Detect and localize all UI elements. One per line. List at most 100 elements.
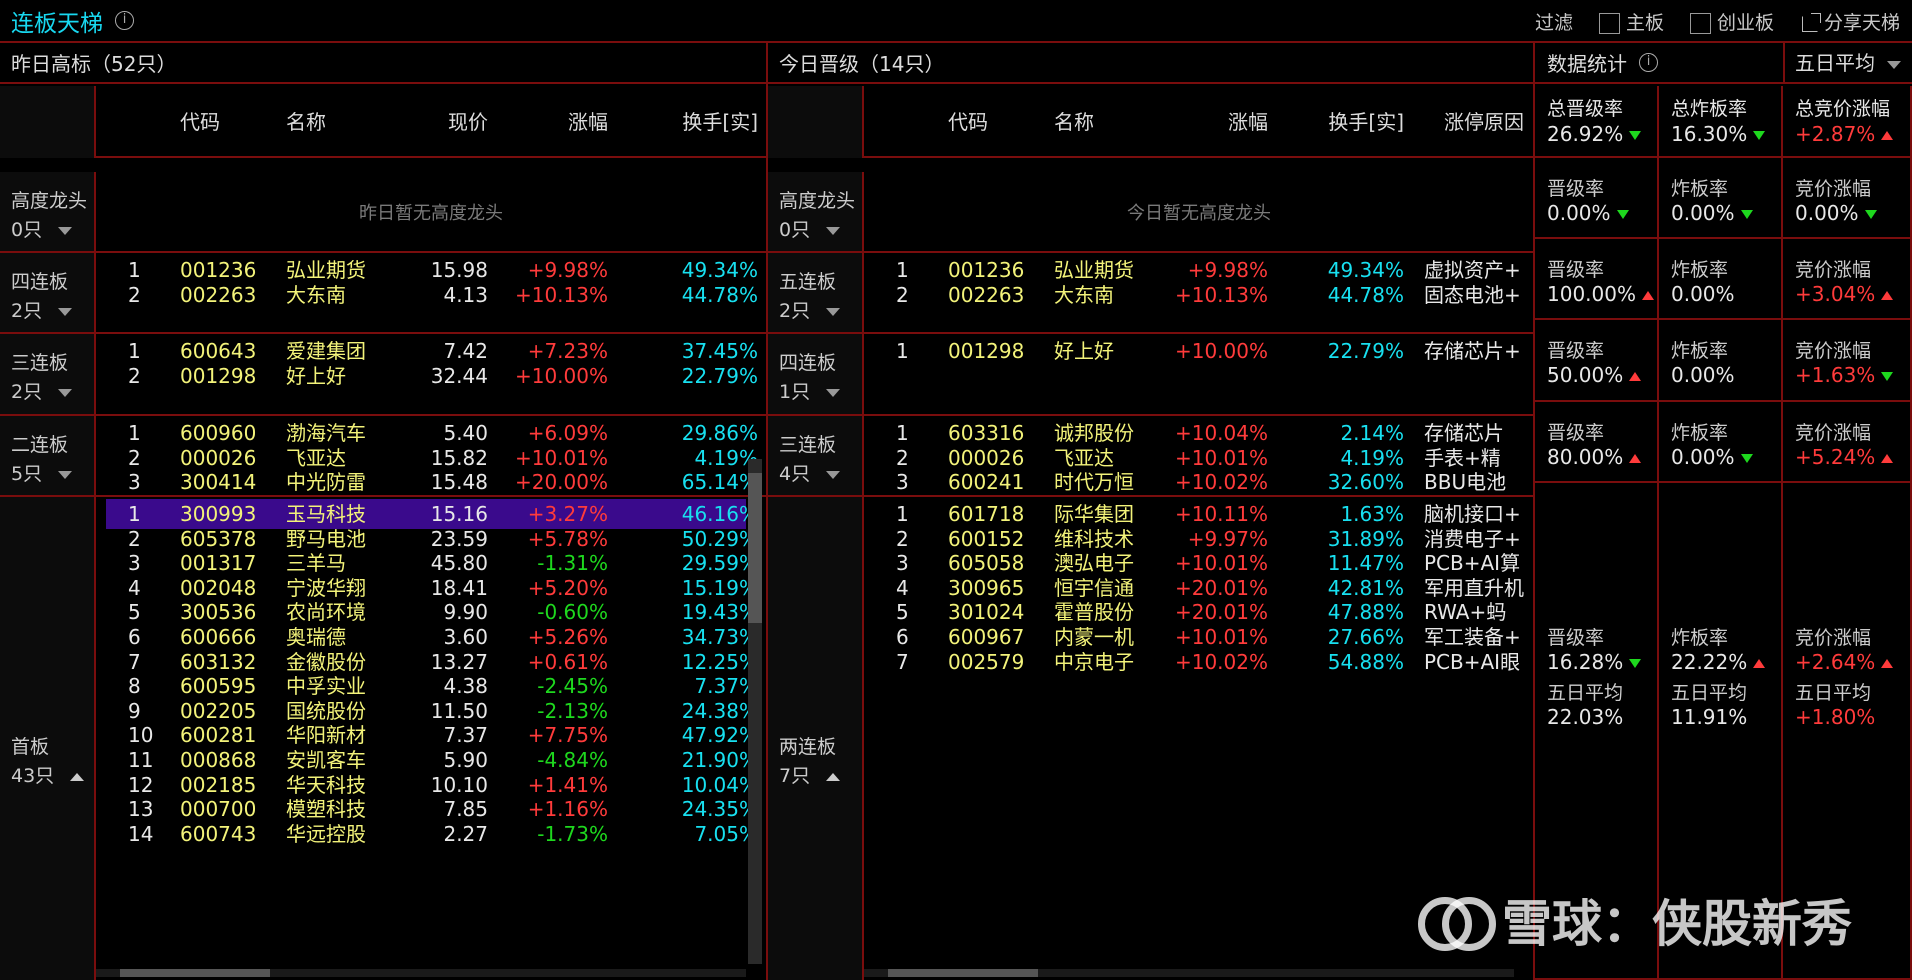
- stat-label: 竞价涨幅: [1795, 178, 1872, 200]
- stock-name: 中光防雷: [286, 470, 366, 495]
- tier-label[interactable]: 四连板 2只: [0, 253, 96, 332]
- xueqiu-logo-icon: [1418, 885, 1496, 955]
- stat-label: 晋级率: [1547, 259, 1605, 281]
- price: 2.27: [443, 821, 488, 846]
- row-index: 2: [128, 282, 141, 307]
- tier-label[interactable]: 首板 43只: [0, 497, 96, 980]
- tier-label[interactable]: 五连板 2只: [768, 253, 864, 332]
- row-index: 1: [896, 339, 909, 363]
- tier-label[interactable]: 高度龙头 0只: [768, 172, 864, 251]
- tier-group: 高度龙头 0只 昨日暂无高度龙头: [0, 172, 766, 253]
- column-header[interactable]: 涨停原因: [1444, 86, 1524, 158]
- column-header[interactable]: 换手[实]: [1288, 86, 1404, 158]
- tier-count-row[interactable]: 0只: [11, 215, 73, 242]
- filter-main-option[interactable]: 主板: [1583, 8, 1664, 35]
- avg-value: 11.91%: [1671, 705, 1748, 729]
- header-spacer: [768, 86, 864, 158]
- table-row[interactable]: 2 002263 大东南 4.13 +10.13% 44.78%: [96, 280, 758, 310]
- column-header[interactable]: 涨幅: [1168, 86, 1268, 158]
- price: 4.13: [443, 282, 488, 307]
- table-row[interactable]: 3 600241 时代万恒 +10.02% 32.60% BBU电池: [864, 467, 1524, 497]
- chevron-down-icon: [1887, 60, 1901, 69]
- chevron-down-icon[interactable]: [58, 470, 73, 479]
- tier-count-row[interactable]: 7只: [779, 761, 841, 788]
- stat-value: +3.04%: [1795, 282, 1876, 306]
- chevron-down-icon[interactable]: [58, 388, 73, 397]
- chevron-up-icon[interactable]: [826, 772, 841, 781]
- tier-label[interactable]: 二连板 5只: [0, 416, 96, 495]
- filter-chinext-option[interactable]: 创业板: [1674, 8, 1774, 35]
- stat-label: 竞价涨幅: [1795, 627, 1872, 649]
- table-row[interactable]: 7 002579 中京电子 +10.02% 54.88% PCB+AI眼: [864, 647, 1524, 677]
- scroll-thumb[interactable]: [120, 969, 270, 977]
- tier-label[interactable]: 三连板 4只: [768, 416, 864, 495]
- stat-value: 0.00%: [1671, 445, 1735, 469]
- checkbox-icon[interactable]: [1689, 13, 1711, 34]
- share-button[interactable]: 分享天梯: [1784, 8, 1900, 35]
- stock-name: 好上好: [286, 363, 346, 388]
- chevron-down-icon[interactable]: [58, 226, 73, 235]
- change-pct: +10.13%: [1174, 282, 1268, 307]
- stock-name: 大东南: [1054, 282, 1114, 307]
- avg-select[interactable]: 五日平均: [1783, 43, 1901, 84]
- row-index: 2: [896, 282, 909, 307]
- column-header[interactable]: 代码: [948, 86, 988, 158]
- stock-code: 002579: [948, 649, 1025, 674]
- tier-count-row[interactable]: 4只: [779, 459, 841, 486]
- today-title: 今日晋级（14只）: [768, 43, 1534, 84]
- info-icon[interactable]: i: [115, 11, 134, 30]
- tier-label[interactable]: 两连板 7只: [768, 497, 864, 980]
- tier-count-row[interactable]: 1只: [779, 377, 841, 404]
- turnover: 22.79%: [681, 363, 758, 388]
- stat-value: 0.00%: [1671, 282, 1735, 306]
- table-row[interactable]: 2 002263 大东南 +10.13% 44.78% 固态电池+: [864, 280, 1524, 310]
- tier-stat: 竞价涨幅 +5.24%: [1783, 402, 1912, 483]
- tier-count-row[interactable]: 2只: [779, 296, 841, 323]
- chevron-down-icon[interactable]: [826, 388, 841, 397]
- tier-name: 高度龙头: [779, 190, 856, 212]
- chevron-up-icon[interactable]: [70, 772, 85, 781]
- column-header[interactable]: 代码: [180, 86, 220, 158]
- checkbox-icon[interactable]: [1598, 13, 1620, 34]
- scroll-thumb[interactable]: [888, 969, 1038, 977]
- stock-name: 时代万恒: [1054, 470, 1134, 495]
- column-header[interactable]: 涨幅: [508, 86, 608, 158]
- tier-count-row[interactable]: 5只: [11, 459, 73, 486]
- tier-group: 五连板 2只 1 001236 弘业期货 +9.98% 49.34% 虚拟资产+ 2 002263…: [768, 253, 1534, 334]
- stat-label: 炸板率: [1671, 422, 1729, 444]
- tier-count-row[interactable]: 43只: [11, 761, 85, 788]
- table-row[interactable]: 2 001298 好上好 32.44 +10.00% 22.79%: [96, 361, 758, 391]
- column-header[interactable]: 换手[实]: [640, 86, 758, 158]
- column-header[interactable]: 现价: [400, 86, 488, 158]
- stock-code: 002263: [948, 282, 1025, 307]
- chevron-down-icon[interactable]: [826, 470, 841, 479]
- tier-count-row[interactable]: 0只: [779, 215, 841, 242]
- price: 15.48: [430, 470, 488, 495]
- tier-label[interactable]: 四连板 1只: [768, 334, 864, 414]
- column-header[interactable]: 名称: [1054, 86, 1094, 158]
- stat-value-row: 0.00%: [1671, 445, 1753, 469]
- tier-count-row[interactable]: 2只: [11, 377, 73, 404]
- arrow-down-icon: [1740, 454, 1753, 463]
- row-index: 14: [128, 821, 154, 846]
- stat-label: 晋级率: [1547, 178, 1605, 200]
- stat-label: 竞价涨幅: [1795, 340, 1872, 362]
- tier-count: 5只: [11, 463, 43, 485]
- stat-label: 总炸板率: [1671, 98, 1748, 120]
- tier-label[interactable]: 高度龙头 0只: [0, 172, 96, 251]
- arrow-up-icon: [1881, 131, 1894, 140]
- info-icon[interactable]: i: [1639, 53, 1658, 72]
- chevron-down-icon[interactable]: [58, 307, 73, 316]
- stat-value: +2.64%: [1795, 650, 1876, 674]
- stock-name: 华远控股: [286, 821, 366, 846]
- tier-count-row[interactable]: 2只: [11, 296, 73, 323]
- tier-group: 四连板 2只 1 001236 弘业期货 15.98 +9.98% 49.34% 2 002263…: [0, 253, 766, 334]
- table-row[interactable]: 14 600743 华远控股 2.27 -1.73% 7.05%: [96, 819, 758, 849]
- chevron-down-icon[interactable]: [826, 226, 841, 235]
- column-header[interactable]: 名称: [286, 86, 326, 158]
- chevron-down-icon[interactable]: [826, 307, 841, 316]
- table-row[interactable]: 3 300414 中光防雷 15.48 +20.00% 65.14%: [96, 467, 758, 497]
- scroll-thumb[interactable]: [748, 473, 762, 623]
- table-row[interactable]: 1 001298 好上好 +10.00% 22.79% 存储芯片+: [864, 336, 1524, 366]
- tier-label[interactable]: 三连板 2只: [0, 334, 96, 414]
